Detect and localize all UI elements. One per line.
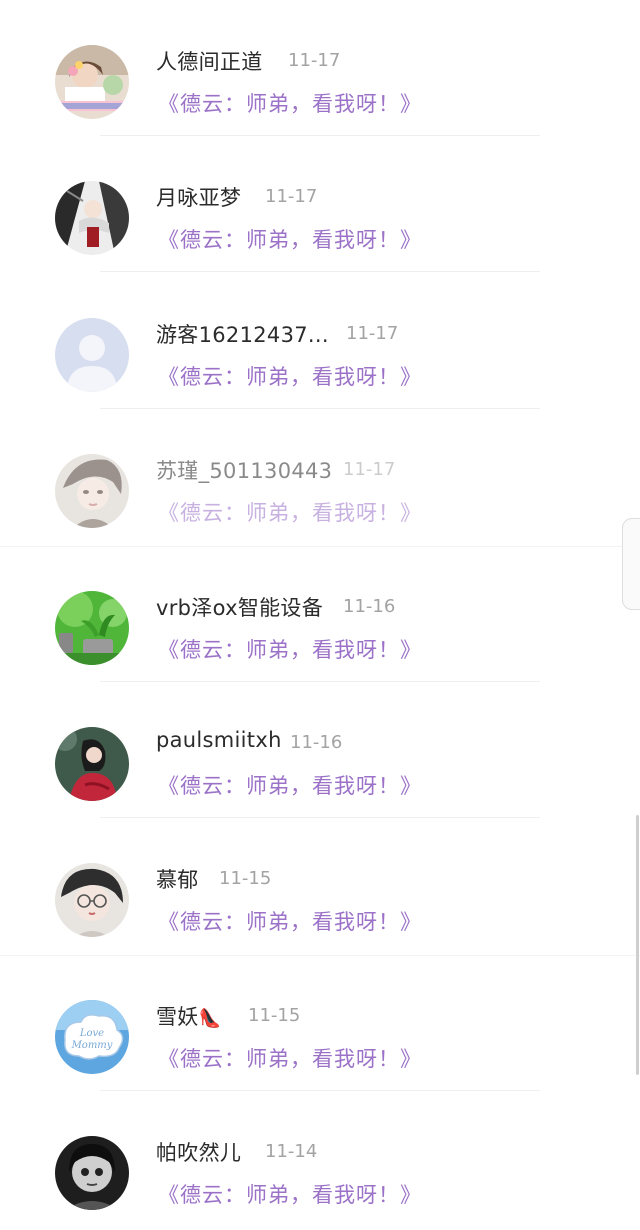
- divider: [100, 271, 540, 272]
- date: 11-15: [248, 1005, 301, 1026]
- high-heel-icon: 👠: [198, 1008, 222, 1029]
- avatar-text: Mommy: [71, 1040, 113, 1051]
- list-item[interactable]: 游客16212437... 11-17 《德云：师弟，看我呀！》: [0, 273, 640, 409]
- date: 11-16: [343, 596, 396, 617]
- username: 帕吹然儿: [156, 1141, 242, 1165]
- username: paulsmiitxh: [156, 728, 282, 752]
- book-title-link[interactable]: 《德云：师弟，看我呀！》: [158, 497, 422, 527]
- avatar-anime-boy[interactable]: [55, 454, 129, 528]
- list-item[interactable]: 慕郁 11-15 《德云：师弟，看我呀！》: [0, 818, 640, 954]
- username-text: 雪妖: [156, 1005, 199, 1029]
- book-title-link[interactable]: 《德云：师弟，看我呀！》: [158, 1043, 422, 1073]
- username: 月咏亚梦: [156, 186, 242, 210]
- list-item[interactable]: 人德间正道 11-17 《德云：师弟，看我呀！》: [0, 0, 640, 136]
- date: 11-16: [290, 732, 343, 753]
- book-title-link[interactable]: 《德云：师弟，看我呀！》: [158, 361, 422, 391]
- list-item[interactable]: 苏瑾_501130443 11-17 《德云：师弟，看我呀！》: [0, 409, 640, 545]
- username: 苏瑾_501130443: [156, 459, 333, 483]
- username: 慕郁: [156, 868, 199, 892]
- list-item[interactable]: Love Mommy 雪妖👠 11-15 《德云：师弟，看我呀！》: [0, 955, 640, 1091]
- book-title-link[interactable]: 《德云：师弟，看我呀！》: [158, 906, 422, 936]
- fan-list: 人德间正道 11-17 《德云：师弟，看我呀！》 月咏亚梦 11-17 《德云：…: [0, 0, 640, 1230]
- scrollbar[interactable]: [636, 815, 639, 1075]
- date: 11-15: [219, 868, 272, 889]
- book-title-link[interactable]: 《德云：师弟，看我呀！》: [158, 1179, 422, 1209]
- list-item[interactable]: 帕吹然儿 11-14 《德云：师弟，看我呀！》: [0, 1091, 640, 1227]
- date: 11-17: [288, 50, 341, 71]
- username: 雪妖👠: [156, 1001, 221, 1031]
- book-title-link[interactable]: 《德云：师弟，看我呀！》: [158, 224, 422, 254]
- avatar-love-mommy[interactable]: Love Mommy: [55, 1000, 129, 1074]
- book-title-link[interactable]: 《德云：师弟，看我呀！》: [158, 770, 422, 800]
- book-title-link[interactable]: 《德云：师弟，看我呀！》: [158, 634, 422, 664]
- avatar-dark-portrait[interactable]: [55, 1136, 129, 1210]
- avatar-anime-sketch[interactable]: [55, 181, 129, 255]
- list-item[interactable]: vrb泽ox智能设备 11-16 《德云：师弟，看我呀！》: [0, 546, 640, 682]
- avatar-woman-red[interactable]: [55, 727, 129, 801]
- avatar-green-plants[interactable]: [55, 591, 129, 665]
- avatar-glasses-girl[interactable]: [55, 863, 129, 937]
- date: 11-17: [265, 186, 318, 207]
- username: 游客16212437...: [156, 323, 329, 347]
- book-title-link[interactable]: 《德云：师弟，看我呀！》: [158, 88, 422, 118]
- date: 11-14: [265, 1141, 318, 1162]
- username: vrb泽ox智能设备: [156, 596, 324, 620]
- list-item[interactable]: 月咏亚梦 11-17 《德云：师弟，看我呀！》: [0, 136, 640, 272]
- avatar-text: Love: [79, 1028, 104, 1039]
- avatar-girl-flowers[interactable]: [55, 45, 129, 119]
- list-item[interactable]: paulsmiitxh 11-16 《德云：师弟，看我呀！》: [0, 682, 640, 818]
- username: 人德间正道: [156, 50, 263, 74]
- side-pull-tab[interactable]: [622, 518, 640, 610]
- date: 11-17: [346, 323, 399, 344]
- date: 11-17: [343, 459, 396, 480]
- avatar-default-user[interactable]: [55, 318, 129, 392]
